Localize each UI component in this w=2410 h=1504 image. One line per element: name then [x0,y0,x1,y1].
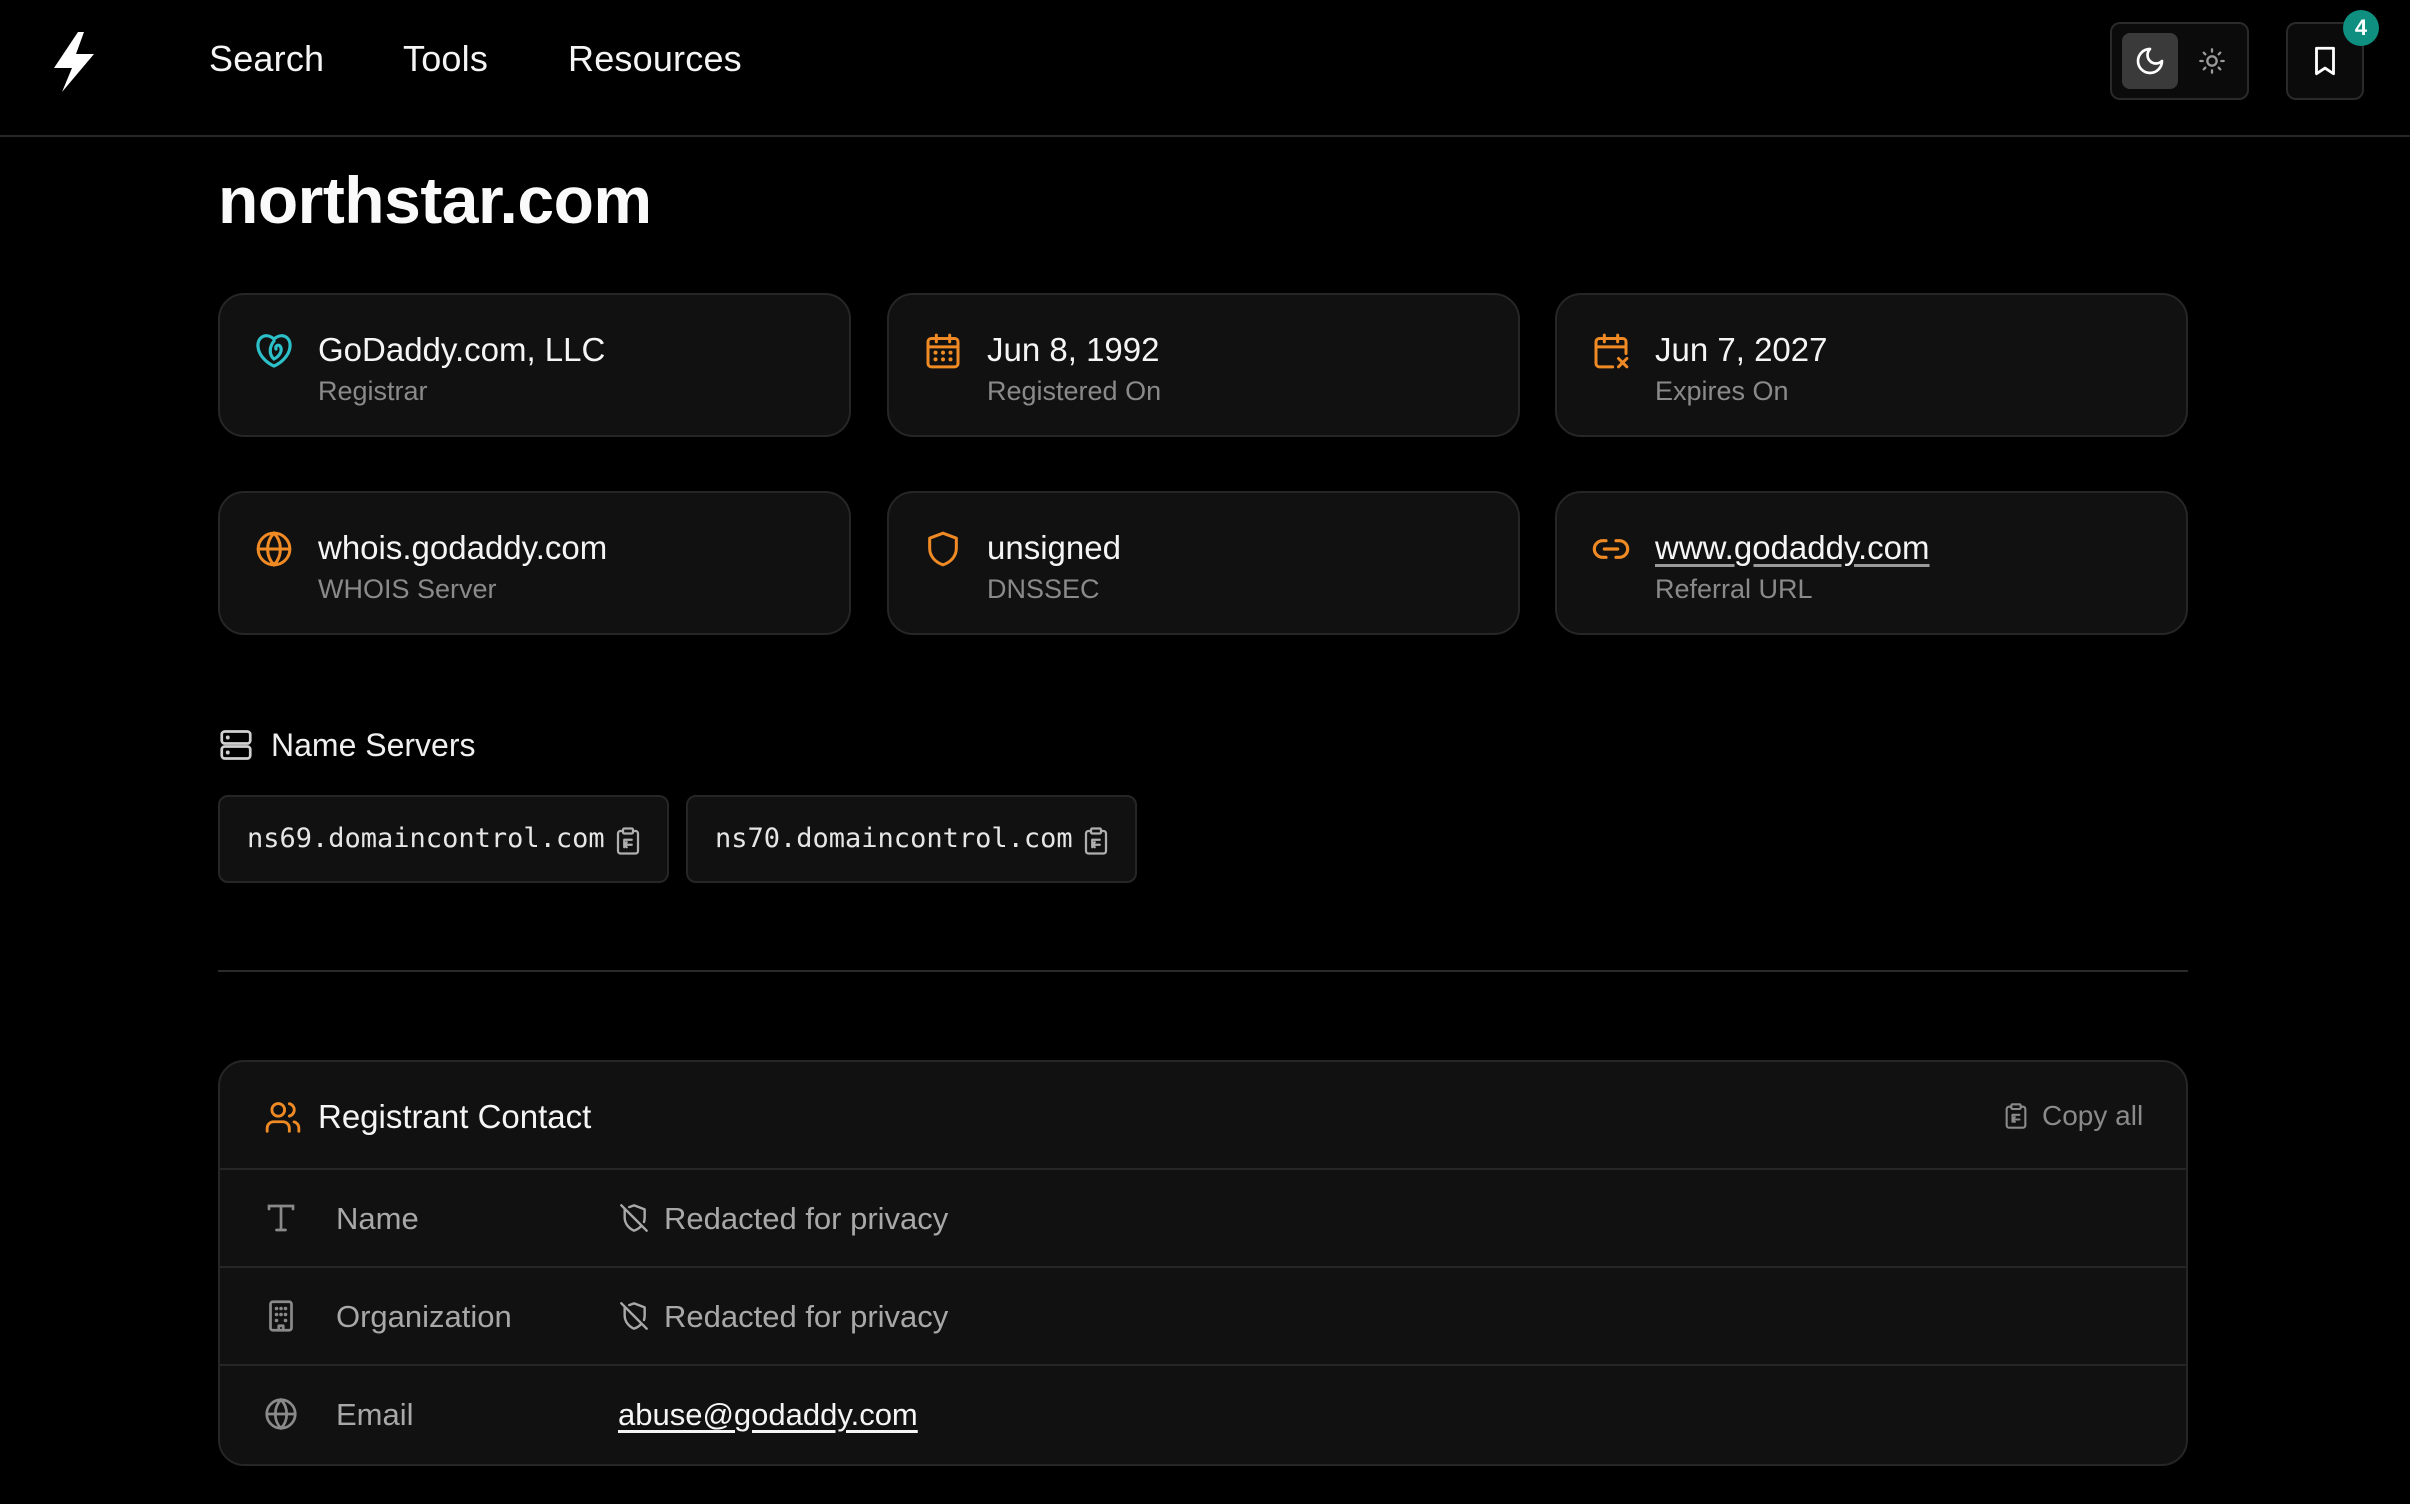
nav-tools[interactable]: Tools [403,38,488,80]
copy-icon[interactable] [613,825,643,857]
registrar-label: Registrar [318,376,428,406]
redacted-text: Redacted for privacy [664,1299,949,1334]
theme-toggle [2110,22,2249,100]
godaddy-logo-icon [254,331,294,371]
email-link[interactable]: abuse@godaddy.com [618,1397,918,1433]
whois-server-value: whois.godaddy.com [318,529,608,566]
registrant-contact-panel: Registrant Contact Copy all Name Redacte… [218,1060,2188,1466]
contact-field-value: Redacted for privacy [618,1201,948,1237]
name-server-chip: ns70.domaincontrol.com [686,795,1137,883]
shield-off-icon [618,1202,650,1234]
expires-on-label: Expires On [1655,376,1789,406]
whois-server-label: WHOIS Server [318,574,497,604]
registered-on-card: Jun 8, 1992 Registered On [887,293,1520,437]
dark-mode-button[interactable] [2122,33,2178,89]
name-server-value: ns69.domaincontrol.com [247,823,605,854]
top-bar: Search Tools Resources 4 [0,0,2410,137]
clipboard-icon [2002,1101,2030,1131]
name-servers-title: Name Servers [271,727,476,763]
bolt-logo-icon[interactable] [44,30,104,94]
dnssec-value: unsigned [987,529,1121,566]
calendar-icon [923,331,963,371]
registrar-value: GoDaddy.com, LLC [318,331,606,368]
page-title: northstar.com [218,163,652,237]
globe-icon [263,1396,299,1432]
redacted-text: Redacted for privacy [664,1201,949,1236]
sun-icon [2199,48,2225,74]
name-server-chip: ns69.domaincontrol.com [218,795,669,883]
light-mode-button[interactable] [2184,33,2240,89]
registrant-contact-title: Registrant Contact [318,1098,592,1135]
contact-field-value: Redacted for privacy [618,1299,948,1335]
registered-on-label: Registered On [987,376,1162,406]
registrant-contact-header: Registrant Contact Copy all [220,1062,2186,1170]
bookmark-icon [2315,46,2335,76]
shield-off-icon [618,1300,650,1332]
moon-icon [2136,47,2164,75]
contact-field-label: Name [336,1201,419,1236]
copy-all-label: Copy all [2042,1100,2144,1131]
bookmarks-count-badge: 4 [2343,10,2379,46]
name-server-value: ns70.domaincontrol.com [715,823,1073,854]
referral-url-label: Referral URL [1655,574,1813,604]
users-icon [264,1098,302,1136]
expires-on-value: Jun 7, 2027 [1655,331,1828,368]
referral-url-card: www.godaddy.com Referral URL [1555,491,2188,635]
server-icon [218,727,254,763]
contact-row-organization: Organization Redacted for privacy [220,1268,2186,1366]
expires-on-card: Jun 7, 2027 Expires On [1555,293,2188,437]
nav-search[interactable]: Search [209,38,324,80]
text-icon [263,1200,299,1236]
copy-all-button[interactable]: Copy all [2002,1100,2144,1134]
section-divider [218,970,2188,972]
registered-on-value: Jun 8, 1992 [987,331,1160,368]
shield-icon [923,529,963,569]
dnssec-label: DNSSEC [987,574,1100,604]
building-icon [263,1298,299,1334]
registrar-card: GoDaddy.com, LLC Registrar [218,293,851,437]
link-icon [1591,529,1631,569]
globe-icon [254,529,294,569]
contact-row-email: Email abuse@godaddy.com [220,1366,2186,1464]
contact-field-label: Organization [336,1299,512,1334]
calendar-x-icon [1591,331,1631,371]
copy-icon[interactable] [1081,825,1111,857]
contact-row-name: Name Redacted for privacy [220,1170,2186,1268]
dnssec-card: unsigned DNSSEC [887,491,1520,635]
contact-field-label: Email [336,1397,414,1432]
referral-url-link[interactable]: www.godaddy.com [1655,529,1930,567]
whois-server-card: whois.godaddy.com WHOIS Server [218,491,851,635]
nav-resources[interactable]: Resources [568,38,742,80]
